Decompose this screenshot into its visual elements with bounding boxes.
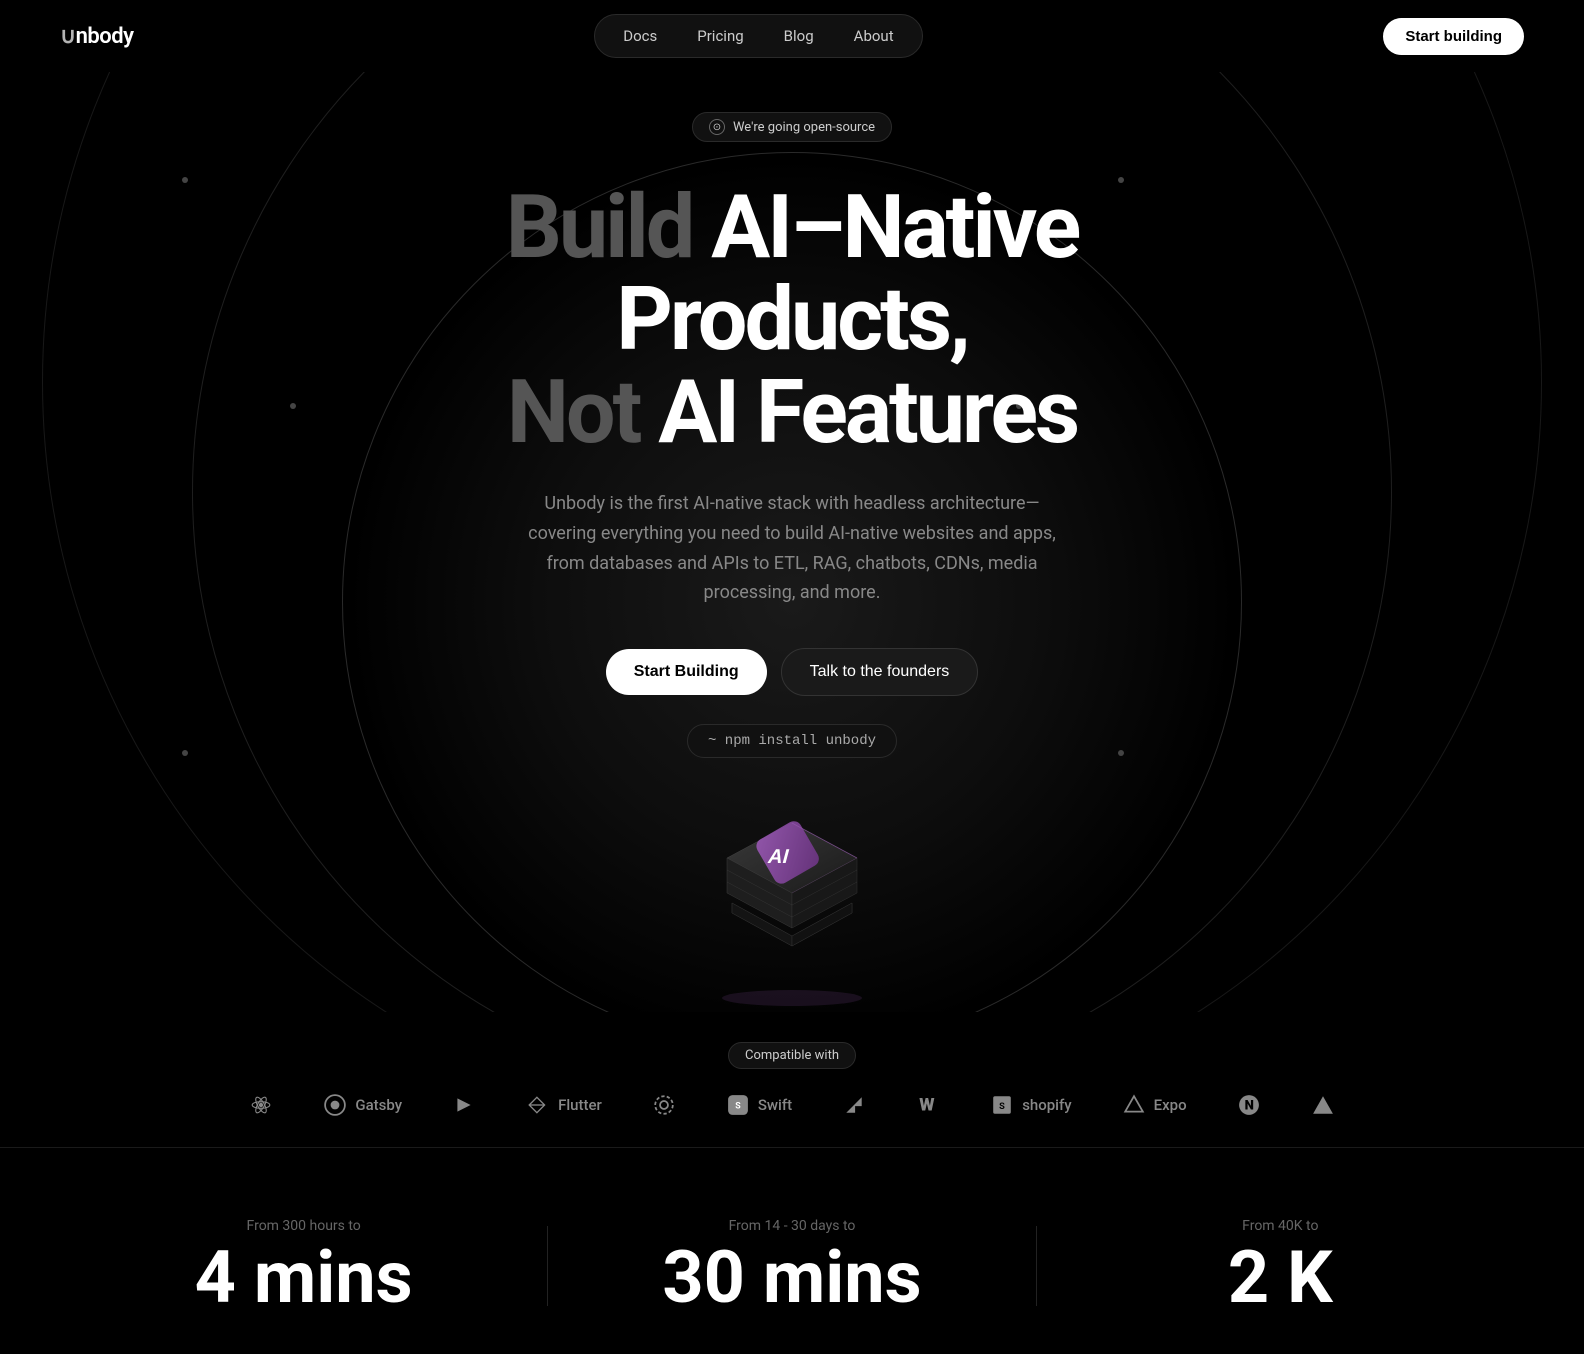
nav-link-pricing[interactable]: Pricing xyxy=(679,21,761,51)
hero-title: Build AI–Native Products, Not AI Feature… xyxy=(342,182,1242,459)
hero-title-dim-1: Build xyxy=(506,176,711,279)
compatible-badge: Compatible with xyxy=(728,1042,856,1069)
open-source-badge: ⊙ We're going open-source xyxy=(692,112,892,142)
compatible-header: Compatible with xyxy=(0,1042,1584,1093)
stat-label-2: From 14 - 30 days to xyxy=(548,1218,1035,1234)
stat-item-2: From 14 - 30 days to 30 mins xyxy=(548,1218,1035,1314)
start-building-hero-button[interactable]: Start Building xyxy=(606,649,767,695)
compatible-section: Compatible with Gatsby xyxy=(0,1012,1584,1158)
hero-content: ⊙ We're going open-source Build AI–Nativ… xyxy=(20,112,1564,1012)
start-building-button[interactable]: Start building xyxy=(1383,18,1524,55)
compatible-text: Compatible with xyxy=(745,1048,839,1063)
svg-text:S: S xyxy=(735,1101,741,1111)
svg-text:W: W xyxy=(919,1095,935,1115)
stat-value-1: 4 mins xyxy=(60,1242,547,1314)
hero-title-bright-2: AI Features xyxy=(658,361,1077,464)
hero-section: ⊙ We're going open-source Build AI–Nativ… xyxy=(0,72,1584,1012)
stat-item-3: From 40K to 2 K xyxy=(1037,1218,1524,1314)
nav-links-container: Docs Pricing Blog About xyxy=(594,14,922,58)
stat-label-3: From 40K to xyxy=(1037,1218,1524,1234)
cube-svg: AI xyxy=(692,788,892,1008)
open-source-icon: ⊙ xyxy=(709,119,725,135)
npm-command: ~ npm install unbody xyxy=(687,724,897,758)
hero-subtitle: Unbody is the first AI-native stack with… xyxy=(512,489,1072,608)
nav-link-blog[interactable]: Blog xyxy=(766,21,832,51)
hero-buttons: Start Building Talk to the founders xyxy=(20,648,1564,696)
stats-section: From 300 hours to 4 mins From 14 - 30 da… xyxy=(0,1158,1584,1354)
compatible-divider xyxy=(0,1147,1584,1148)
stat-item-1: From 300 hours to 4 mins xyxy=(60,1218,547,1314)
nav-link-docs[interactable]: Docs xyxy=(605,21,675,51)
stat-label-1: From 300 hours to xyxy=(60,1218,547,1234)
logo: ∪nbody xyxy=(60,24,134,49)
nav-link-about[interactable]: About xyxy=(836,21,912,51)
stat-value-2: 30 mins xyxy=(548,1242,1035,1314)
talk-founders-button[interactable]: Talk to the founders xyxy=(781,648,979,696)
ai-cube-illustration: AI xyxy=(692,788,892,1012)
hero-title-dim-2: Not xyxy=(507,361,658,464)
stat-value-3: 2 K xyxy=(1037,1242,1524,1314)
open-source-text: We're going open-source xyxy=(733,120,875,135)
svg-text:S: S xyxy=(999,1101,1005,1112)
svg-text:N: N xyxy=(1244,1098,1253,1113)
navbar: ∪nbody Docs Pricing Blog About Start bui… xyxy=(0,0,1584,72)
